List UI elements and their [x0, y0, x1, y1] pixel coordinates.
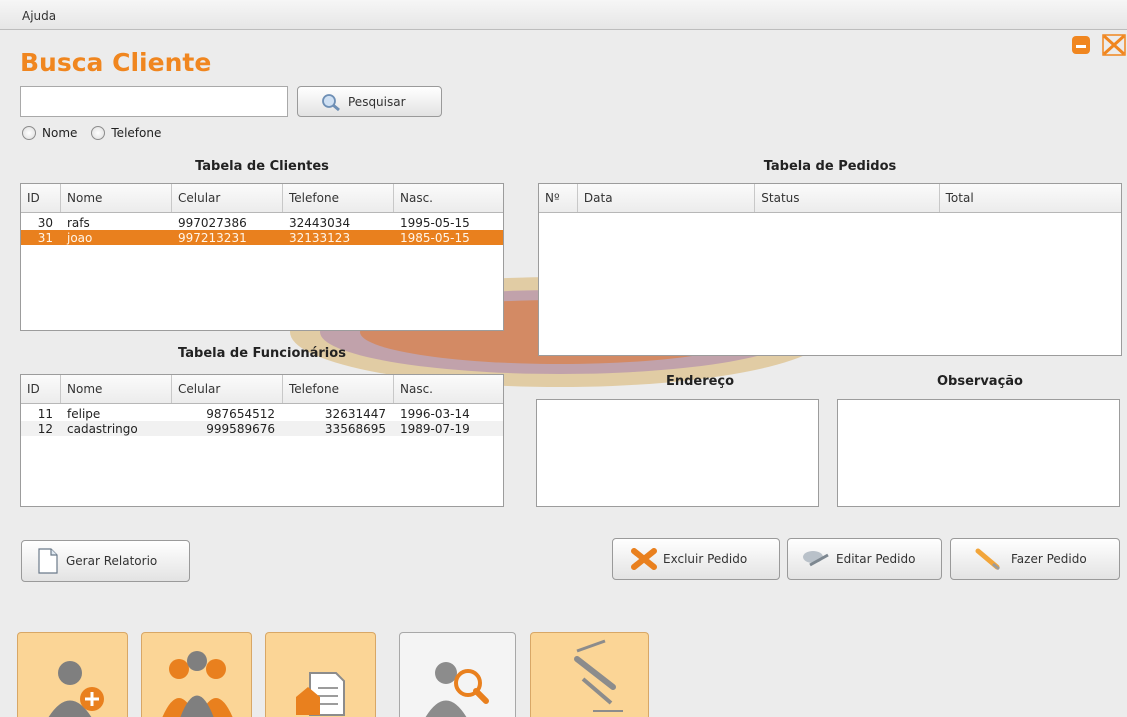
menu-help[interactable]: Ajuda	[22, 9, 56, 23]
magnifier-icon	[320, 93, 342, 111]
search-button-label: Pesquisar	[348, 94, 406, 109]
cell-id: 11	[37, 406, 53, 421]
employees-table[interactable]: ID Nome Celular Telefone Nasc. 11 felipe…	[20, 374, 504, 507]
cell-birth: 1995-05-15	[400, 215, 470, 230]
cell-phone: 33568695	[324, 421, 386, 436]
generate-report-label: Gerar Relatorio	[66, 554, 158, 568]
cell-name: felipe	[67, 406, 101, 421]
cell-mobile: 997027386	[178, 215, 247, 230]
pencil-icon	[975, 548, 1001, 571]
clients-table[interactable]: ID Nome Celular Telefone Nasc. 30 rafs 9…	[20, 183, 504, 331]
clients-table-header: ID Nome Celular Telefone Nasc.	[21, 184, 503, 213]
delete-order-button[interactable]: Excluir Pedido	[612, 538, 780, 580]
column-header[interactable]: Nasc.	[394, 375, 503, 403]
nav-add-user[interactable]	[17, 632, 128, 717]
cell-phone: 32443034	[289, 215, 351, 230]
column-header[interactable]: Status	[755, 184, 940, 212]
page-title: Busca Cliente	[20, 48, 212, 77]
nav-edit[interactable]	[530, 632, 649, 717]
make-order-button[interactable]: Fazer Pedido	[950, 538, 1120, 580]
nav-users[interactable]	[141, 632, 252, 717]
edit-pencil-icon	[574, 639, 623, 712]
address-field[interactable]	[536, 399, 819, 507]
search-user-icon	[425, 662, 489, 717]
edit-order-label: Editar Pedido	[836, 552, 916, 566]
table-row[interactable]: 11 felipe 987654512 32631447 1996-03-14	[21, 406, 503, 421]
cell-id: 31	[37, 230, 53, 245]
add-user-icon	[48, 661, 104, 717]
cell-phone: 32631447	[324, 406, 386, 421]
cell-birth: 1989-07-19	[400, 421, 470, 436]
document-icon	[38, 548, 58, 574]
clients-table-title: Tabela de Clientes	[195, 159, 329, 174]
edit-order-button[interactable]: Editar Pedido	[787, 538, 942, 580]
minimize-icon[interactable]	[1072, 36, 1090, 54]
search-input[interactable]	[20, 86, 288, 117]
delete-x-icon	[631, 548, 657, 570]
radio-circle	[91, 126, 106, 140]
make-order-label: Fazer Pedido	[1011, 552, 1087, 566]
cell-phone: 32133123	[289, 230, 351, 245]
column-header[interactable]: Nome	[61, 184, 172, 212]
search-button[interactable]: Pesquisar	[297, 86, 442, 117]
column-header[interactable]: Nasc.	[394, 184, 503, 212]
column-header[interactable]: Total	[940, 184, 1121, 212]
notes-field[interactable]	[837, 399, 1120, 507]
cell-birth: 1996-03-14	[400, 406, 470, 421]
column-header[interactable]: Nome	[61, 375, 172, 403]
column-header[interactable]: Nº	[539, 184, 578, 212]
orders-table-title: Tabela de Pedidos	[763, 159, 897, 174]
user-card-icon	[296, 672, 345, 716]
column-header[interactable]: Celular	[172, 184, 283, 212]
delete-order-label: Excluir Pedido	[663, 552, 748, 566]
employees-table-header: ID Nome Celular Telefone Nasc.	[21, 375, 503, 404]
cell-name: joao	[67, 230, 93, 245]
cell-id: 12	[37, 421, 53, 436]
generate-report-button[interactable]: Gerar Relatorio	[21, 540, 190, 582]
nav-search-user[interactable]	[399, 632, 516, 717]
cell-mobile: 987654512	[206, 406, 275, 421]
close-icon[interactable]	[1100, 34, 1127, 56]
employees-table-title: Tabela de Funcionários	[178, 346, 346, 361]
radio-circle	[22, 126, 36, 140]
address-label: Endereço	[665, 374, 735, 389]
cell-name: cadastringo	[67, 421, 138, 436]
table-row[interactable]: 12 cadastringo 999589676 33568695 1989-0…	[21, 421, 503, 436]
column-header[interactable]: Telefone	[283, 184, 394, 212]
column-header[interactable]: Celular	[172, 375, 283, 403]
column-header[interactable]: Telefone	[283, 375, 394, 403]
cell-mobile: 999589676	[206, 421, 275, 436]
column-header[interactable]: Data	[578, 184, 756, 212]
radio-nome[interactable]: Nome	[22, 126, 77, 140]
radio-label: Nome	[42, 126, 78, 140]
orders-table[interactable]: Nº Data Status Total	[538, 183, 1122, 356]
cell-birth: 1985-05-15	[400, 230, 470, 245]
users-group-icon	[162, 651, 233, 717]
table-row[interactable]: 30 rafs 997027386 32443034 1995-05-15	[21, 215, 503, 230]
menu-bar: Ajuda	[0, 0, 1127, 30]
cell-id: 30	[37, 215, 53, 230]
radio-telefone[interactable]: Telefone	[91, 126, 161, 140]
radio-label: Telefone	[111, 126, 162, 140]
orders-table-header: Nº Data Status Total	[539, 184, 1121, 213]
nav-user-card[interactable]	[265, 632, 376, 717]
column-header[interactable]: ID	[21, 184, 61, 212]
cell-name: rafs	[67, 215, 90, 230]
column-header[interactable]: ID	[21, 375, 61, 403]
notes-label: Observação	[937, 374, 1023, 389]
table-row[interactable]: 31 joao 997213231 32133123 1985-05-15	[21, 230, 503, 245]
cell-mobile: 997213231	[178, 230, 247, 245]
search-mode-group: Nome Telefone	[22, 126, 175, 140]
edit-chat-icon	[802, 549, 830, 569]
